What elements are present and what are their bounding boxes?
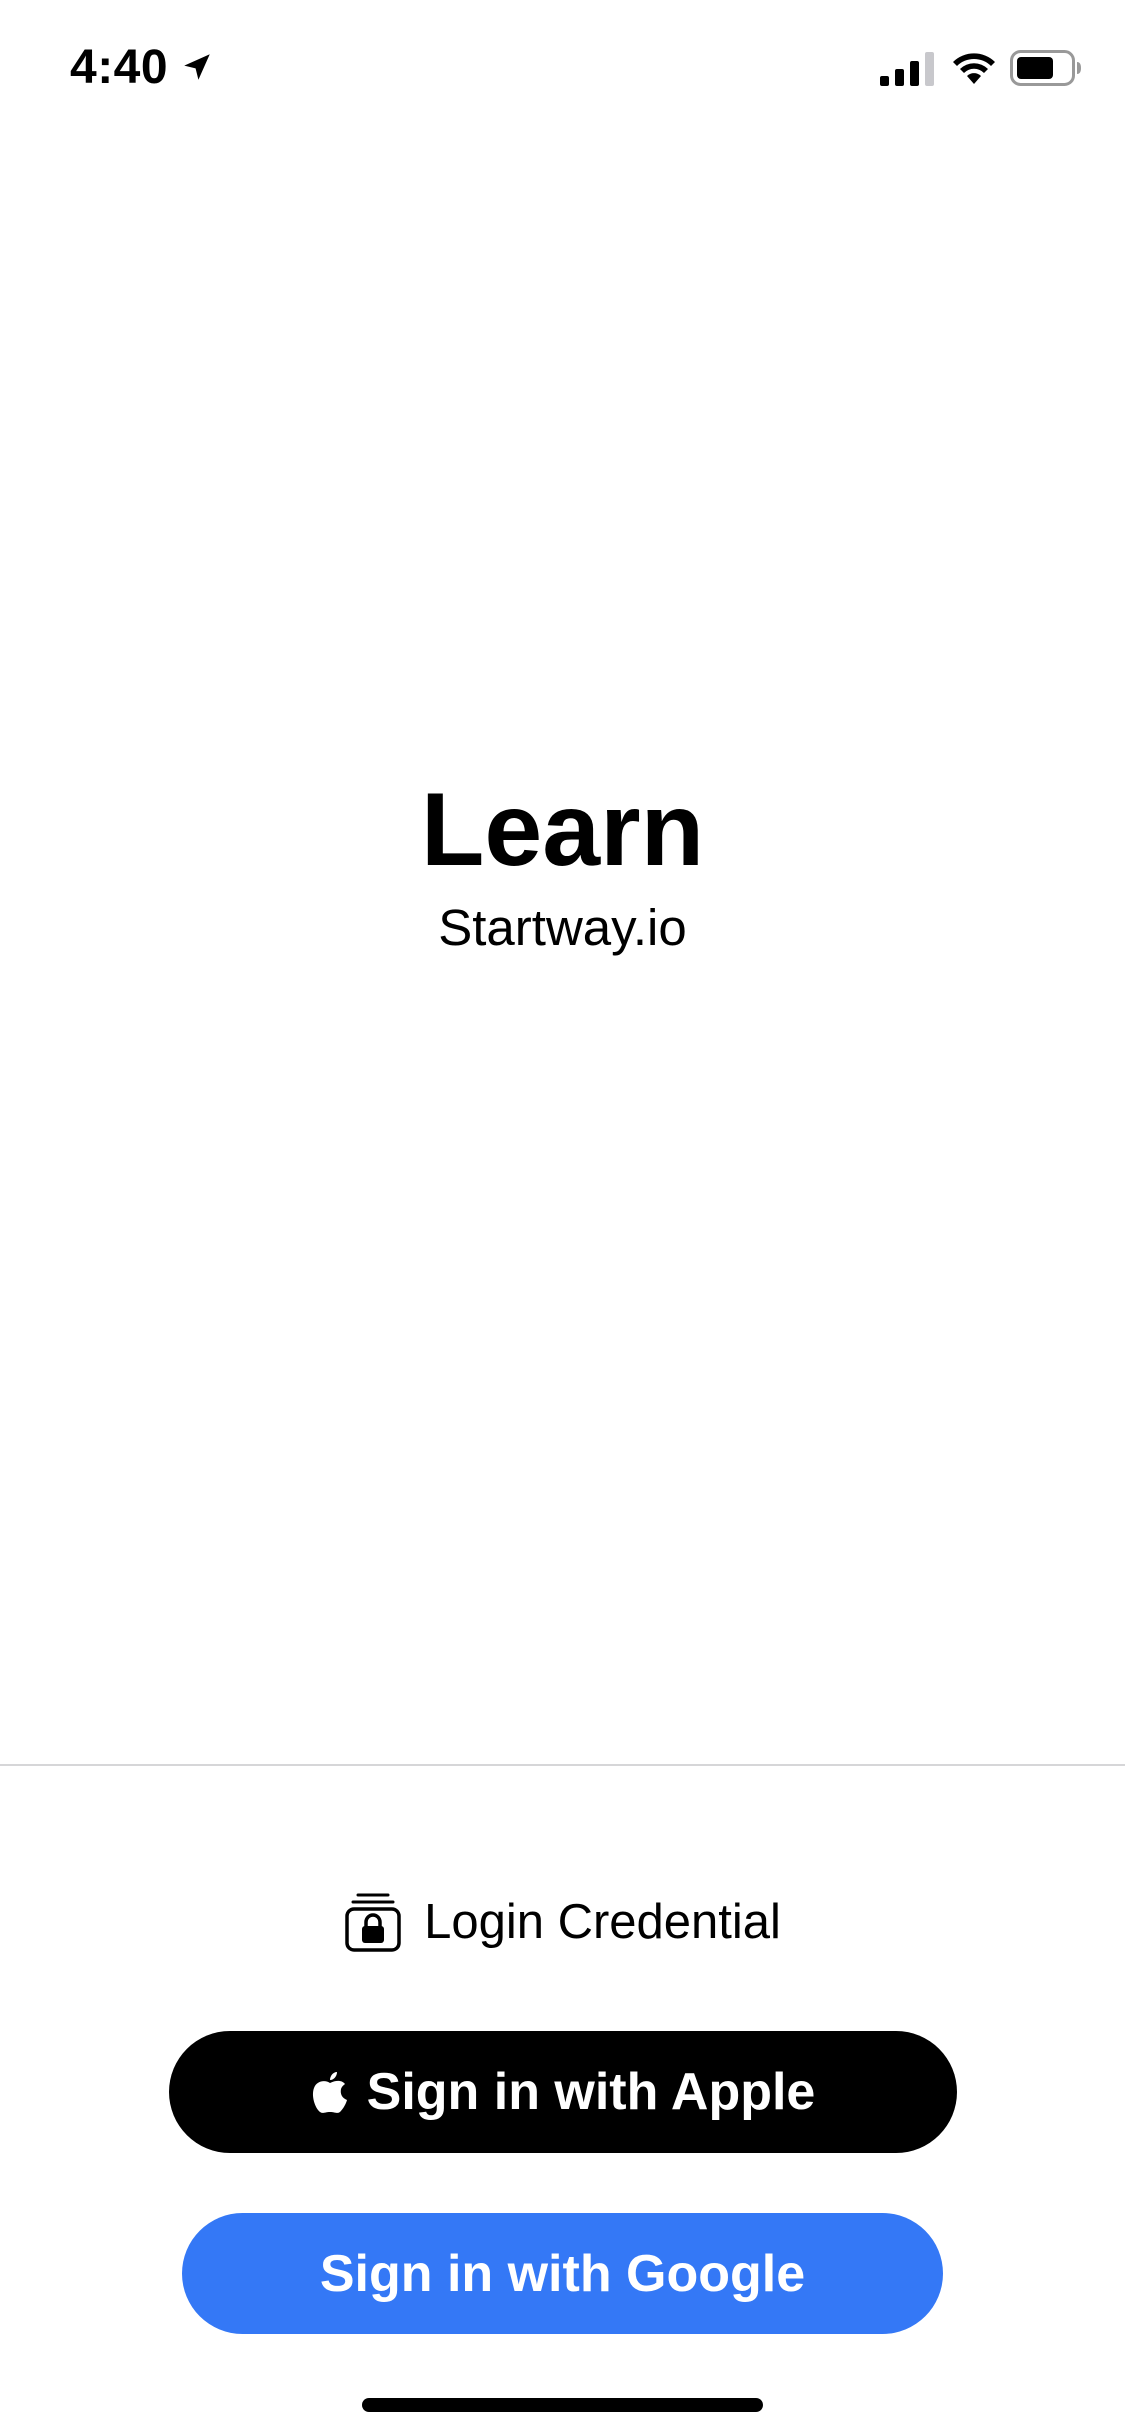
app-subtitle: Startway.io <box>438 899 687 956</box>
cellular-signal-icon <box>880 52 934 86</box>
login-credential-label: Login Credential <box>424 1895 781 1949</box>
title-block: Learn Startway.io <box>0 770 1125 958</box>
sign-in-apple-button[interactable]: Sign in with Apple <box>169 2031 957 2153</box>
apple-logo-icon <box>312 2072 347 2113</box>
location-arrow-icon <box>184 54 210 80</box>
sign-in-google-button[interactable]: Sign in with Google <box>182 2213 943 2334</box>
lock-credential-icon <box>345 1893 401 1952</box>
login-credential-button[interactable]: Login Credential <box>0 1882 1125 1962</box>
app-title: Learn <box>420 772 705 888</box>
battery-icon <box>1010 50 1081 86</box>
sign-in-google-label: Sign in with Google <box>319 2244 806 2303</box>
status-time: 4:40 <box>70 41 169 94</box>
sign-in-apple-label: Sign in with Apple <box>366 2063 816 2121</box>
wifi-icon <box>953 53 995 84</box>
divider <box>0 1764 1125 1766</box>
home-indicator[interactable] <box>362 2398 763 2412</box>
status-bar: 4:40 <box>0 0 1125 135</box>
